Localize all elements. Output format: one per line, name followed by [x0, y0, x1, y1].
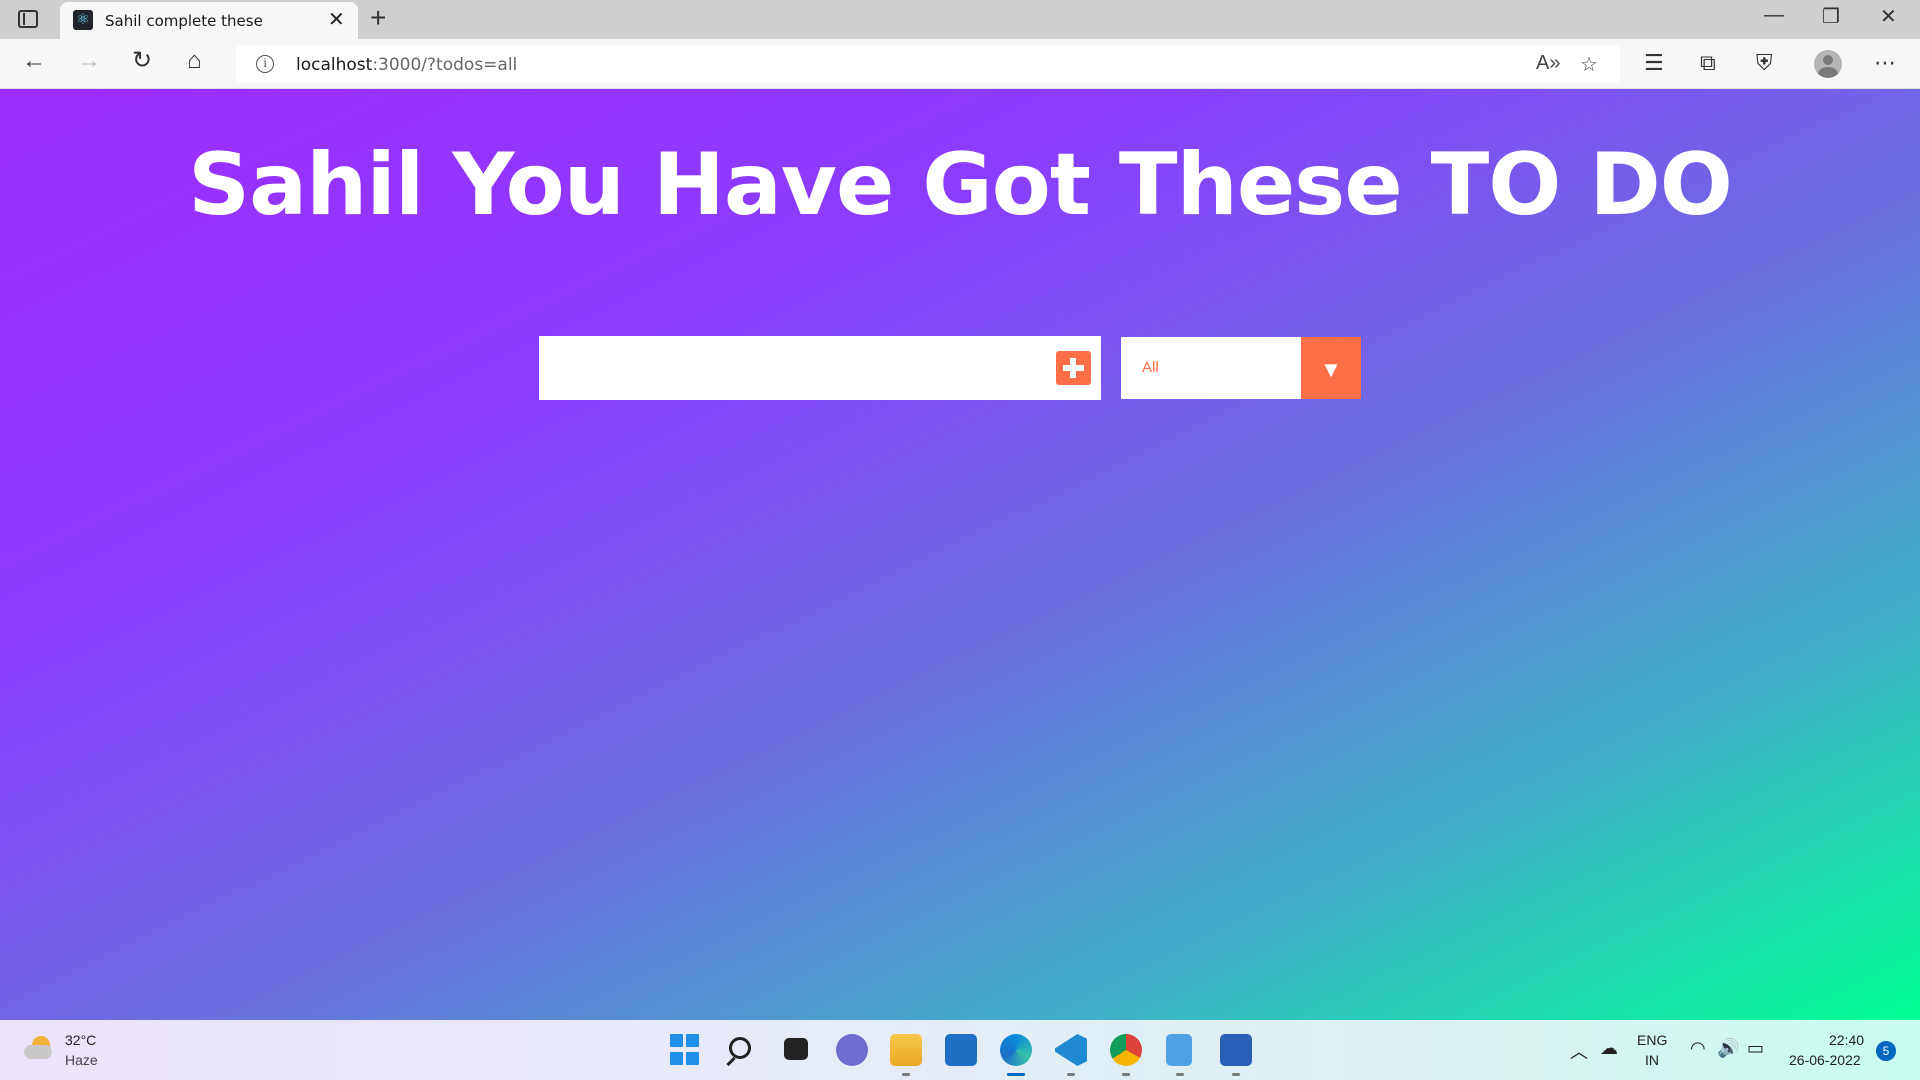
add-todo-button[interactable]	[1056, 351, 1091, 385]
react-favicon-icon: ⚛	[73, 10, 93, 30]
browser-tab[interactable]: ⚛ Sahil complete these ✕	[60, 2, 358, 39]
url-path: :3000/?todos=all	[372, 55, 518, 75]
tab-close-icon[interactable]: ✕	[328, 7, 345, 32]
new-tab-button[interactable]: +	[370, 2, 386, 34]
notepad-icon[interactable]	[1166, 1034, 1192, 1066]
url-host: localhost	[296, 55, 373, 75]
add-favorite-icon[interactable]: ☆	[1580, 52, 1598, 77]
app-running-indicator	[1232, 1073, 1240, 1076]
weather-condition[interactable]: Haze	[65, 1052, 98, 1068]
start-icon[interactable]	[670, 1034, 702, 1066]
chrome-icon[interactable]	[1110, 1034, 1142, 1066]
url-text[interactable]: localhost:3000/?todos=all	[296, 55, 517, 75]
page-title: Sahil You Have Got These TO DO	[188, 135, 1733, 235]
language-region[interactable]: IN	[1645, 1052, 1659, 1068]
task-view-icon[interactable]	[784, 1038, 808, 1060]
back-arrow-icon[interactable]: ←	[22, 49, 46, 73]
restore-button[interactable]: ❐	[1822, 4, 1840, 29]
language-indicator[interactable]: ENG	[1637, 1032, 1667, 1048]
word-icon[interactable]	[1220, 1034, 1252, 1066]
edge-icon[interactable]	[1000, 1034, 1032, 1066]
chevron-up-icon[interactable]: ︿	[1570, 1038, 1588, 1064]
search-icon[interactable]	[729, 1037, 751, 1059]
more-icon[interactable]: ⋯	[1874, 51, 1896, 75]
store-icon[interactable]	[945, 1034, 977, 1066]
notification-badge[interactable]: 5	[1876, 1041, 1896, 1061]
close-window-button[interactable]: ✕	[1880, 4, 1897, 29]
volume-icon[interactable]: 🔊	[1717, 1038, 1739, 1059]
filter-selected-value: All	[1142, 359, 1159, 376]
app-running-indicator	[1122, 1073, 1130, 1076]
forward-arrow-icon[interactable]: →	[77, 49, 101, 73]
profile-icon[interactable]	[1814, 50, 1842, 78]
file-explorer-icon[interactable]	[890, 1034, 922, 1066]
tab-actions-icon[interactable]	[18, 10, 38, 28]
battery-icon[interactable]: ▭	[1747, 1038, 1764, 1059]
minimize-button[interactable]: —	[1764, 4, 1784, 27]
refresh-icon[interactable]: ↻	[132, 49, 152, 73]
browser-tab-strip: ⚛ Sahil complete these ✕ + — ❐ ✕	[0, 0, 1920, 39]
app-running-indicator	[1067, 1073, 1075, 1076]
tab-title: Sahil complete these	[105, 12, 263, 30]
cloud-shape	[24, 1045, 52, 1059]
weather-temperature[interactable]: 32°C	[65, 1032, 96, 1048]
collections-icon[interactable]: ⧉	[1700, 51, 1716, 75]
chat-icon[interactable]	[836, 1034, 868, 1066]
clock-date[interactable]: 26-06-2022	[1789, 1052, 1861, 1068]
wifi-icon[interactable]: ◠	[1690, 1038, 1706, 1059]
filter-select[interactable]: All ▼	[1121, 337, 1361, 399]
address-bar[interactable]: i localhost:3000/?todos=all A» ☆	[236, 45, 1620, 83]
todo-app-page: Sahil You Have Got These TO DO All ▼	[0, 89, 1920, 1020]
browser-toolbar: ← → ↻ ⌂ i localhost:3000/?todos=all A» ☆…	[0, 39, 1920, 89]
clock-time[interactable]: 22:40	[1829, 1032, 1864, 1048]
app-active-indicator	[1007, 1073, 1025, 1076]
favorites-icon[interactable]: ☰	[1644, 51, 1664, 75]
home-icon[interactable]: ⌂	[187, 49, 202, 73]
weather-icon[interactable]	[24, 1036, 54, 1060]
read-aloud-icon[interactable]: A»	[1536, 52, 1560, 75]
site-info-icon[interactable]: i	[256, 55, 274, 73]
taskbar: 32°C Haze ︿ ☁ ENG IN ◠ 🔊 ▭ 22:40 26-06-2…	[0, 1020, 1920, 1080]
app-running-indicator	[902, 1073, 910, 1076]
shield-icon[interactable]: ⛨	[1756, 51, 1773, 75]
app-running-indicator	[1176, 1073, 1184, 1076]
dropdown-arrow-icon[interactable]: ▼	[1301, 337, 1361, 399]
onedrive-icon[interactable]: ☁	[1600, 1038, 1618, 1059]
vscode-icon[interactable]	[1055, 1034, 1087, 1066]
todo-input[interactable]	[539, 336, 1101, 400]
